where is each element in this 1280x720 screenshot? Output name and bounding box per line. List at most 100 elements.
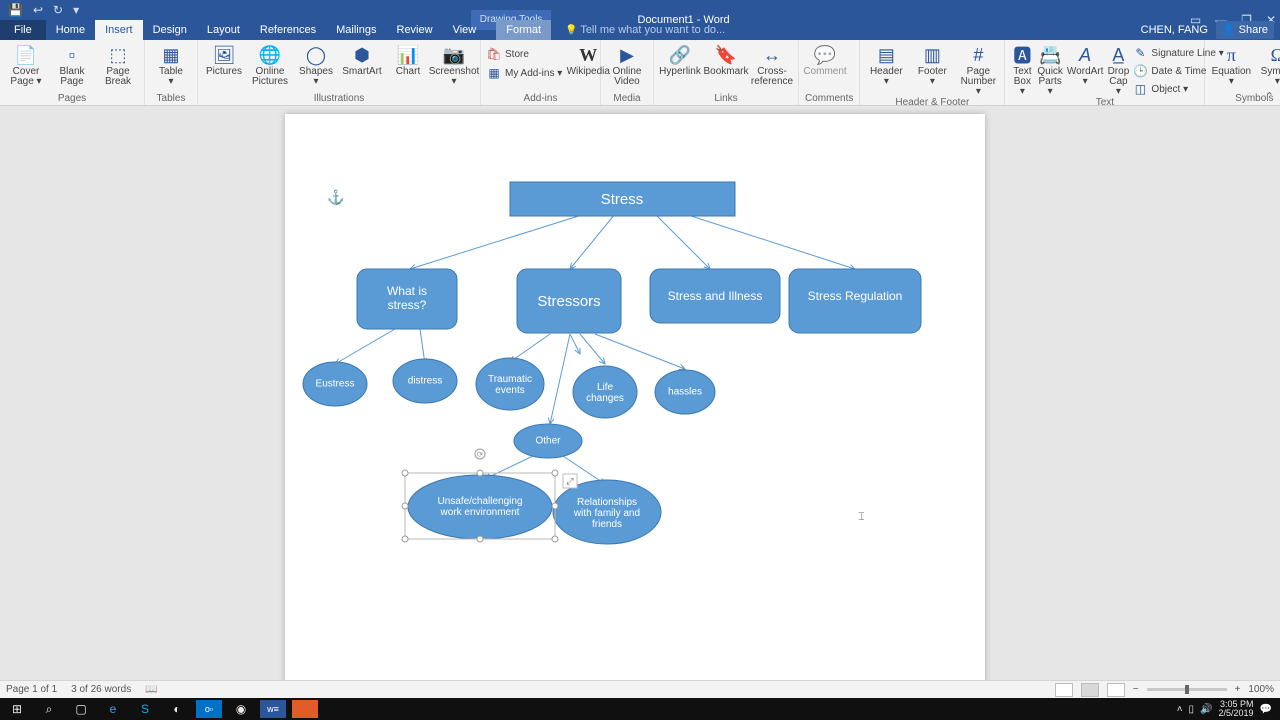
equation-button[interactable]: πEquation▾: [1211, 42, 1251, 93]
screenshot-icon: 📷: [443, 44, 465, 66]
table-button[interactable]: ▦Table▾: [151, 42, 191, 93]
tray-clock[interactable]: 3:05 PM 2/5/2019: [1219, 700, 1254, 718]
redo-icon[interactable]: ↻: [53, 3, 63, 17]
group-illustrations: 🖼Pictures 🌐OnlinePictures ◯Shapes▾ ⬢Smar…: [198, 40, 481, 105]
tray-volume-icon[interactable]: 🔊: [1200, 704, 1212, 715]
handle-se[interactable]: [552, 536, 558, 542]
header-button[interactable]: ▤Header▾: [866, 42, 906, 97]
handle-ne[interactable]: [552, 470, 558, 476]
text-what-is-stress: What isstress?: [387, 284, 427, 312]
chart-button[interactable]: 📊Chart: [388, 42, 428, 93]
document-workspace[interactable]: ⚓ ⌶: [0, 106, 1280, 680]
undo-icon[interactable]: ↩: [33, 3, 43, 17]
ribbon: 📄CoverPage ▾ ▫BlankPage ⬚PageBreak Pages…: [0, 40, 1280, 106]
cover-page-button[interactable]: 📄CoverPage ▾: [6, 42, 46, 93]
task-view-button[interactable]: ▢: [68, 700, 94, 718]
symbol-icon: Ω: [1266, 44, 1280, 66]
page-number-button[interactable]: #PageNumber ▾: [958, 42, 998, 97]
tab-file[interactable]: File: [0, 20, 46, 40]
pictures-button[interactable]: 🖼Pictures: [204, 42, 244, 93]
hyperlink-button[interactable]: 🔗Hyperlink: [660, 42, 700, 93]
cover-page-icon: 📄: [15, 44, 37, 66]
group-label-addins: Add-ins: [487, 93, 594, 105]
tell-me-search[interactable]: Tell me what you want to do...: [565, 24, 725, 36]
tab-layout[interactable]: Layout: [197, 20, 250, 40]
share-button[interactable]: 👤 Share: [1216, 21, 1274, 39]
group-label-links: Links: [660, 93, 792, 105]
dropcap-button[interactable]: A̲DropCap ▾: [1107, 42, 1129, 97]
shapes-button[interactable]: ◯Shapes▾: [296, 42, 336, 93]
quick-parts-button[interactable]: 📇QuickParts ▾: [1037, 42, 1063, 97]
taskbar-app2-icon[interactable]: [292, 700, 318, 718]
wordart-icon: A: [1074, 44, 1096, 66]
store-button[interactable]: 🛍Store: [487, 46, 562, 62]
bookmark-button[interactable]: 🔖Bookmark: [706, 42, 746, 93]
stress-diagram[interactable]: Stress What isstress? Stressors Stress a…: [285, 114, 985, 680]
group-comments: 💬Comment Comments: [799, 40, 860, 105]
zoom-slider[interactable]: [1147, 688, 1227, 691]
start-button[interactable]: ⊞: [4, 700, 30, 718]
handle-e[interactable]: [552, 503, 558, 509]
cover-page-label: CoverPage ▾: [10, 67, 41, 87]
tab-format[interactable]: Format: [496, 20, 551, 40]
zoom-value[interactable]: 100%: [1248, 684, 1274, 695]
object-icon: ◫: [1133, 82, 1147, 96]
smartart-button[interactable]: ⬢SmartArt: [342, 42, 382, 93]
tray-notifications-icon[interactable]: 💬: [1260, 704, 1272, 715]
search-button[interactable]: ⌕: [36, 700, 62, 718]
tab-mailings[interactable]: Mailings: [326, 20, 386, 40]
handle-n[interactable]: [477, 470, 483, 476]
account-name[interactable]: CHEN, FANG: [1141, 24, 1208, 36]
footer-button[interactable]: ▥Footer▾: [912, 42, 952, 97]
table-icon: ▦: [160, 44, 182, 66]
blank-page-button[interactable]: ▫BlankPage: [52, 42, 92, 93]
comment-button[interactable]: 💬Comment: [805, 42, 845, 93]
tray-chevron-icon[interactable]: ˄: [1177, 704, 1183, 715]
save-icon[interactable]: 💾: [8, 3, 23, 17]
handle-s[interactable]: [477, 536, 483, 542]
tab-view[interactable]: View: [443, 20, 487, 40]
handle-sw[interactable]: [402, 536, 408, 542]
taskbar-chrome-icon[interactable]: ◉: [228, 700, 254, 718]
zoom-in-button[interactable]: +: [1235, 684, 1241, 695]
tray-network-icon[interactable]: ▯: [1189, 704, 1195, 715]
group-addins: 🛍Store ▦My Add-ins ▾ WWikipedia Add-ins: [481, 40, 601, 105]
textbox-button[interactable]: 🅰TextBox ▾: [1011, 42, 1033, 97]
smartart-icon: ⬢: [351, 44, 373, 66]
qat-more-icon[interactable]: ▾: [73, 3, 79, 17]
online-video-button[interactable]: ▶OnlineVideo: [607, 42, 647, 93]
document-page[interactable]: ⚓ ⌶: [285, 114, 985, 680]
quick-access-toolbar: 💾 ↩ ↻ ▾: [0, 0, 87, 20]
taskbar-word-icon[interactable]: w≡: [260, 700, 286, 718]
tab-home[interactable]: Home: [46, 20, 95, 40]
handle-nw[interactable]: [402, 470, 408, 476]
text-distress: distress: [408, 376, 442, 387]
windows-taskbar: ⊞ ⌕ ▢ e S ◐ o▫ ◉ w≡ ˄ ▯ 🔊 3:05 PM 2/5/20…: [0, 698, 1280, 720]
view-read-mode[interactable]: [1055, 683, 1073, 697]
system-tray: ˄ ▯ 🔊 3:05 PM 2/5/2019 💬: [1177, 700, 1276, 718]
page-break-button[interactable]: ⬚PageBreak: [98, 42, 138, 93]
tab-review[interactable]: Review: [387, 20, 443, 40]
taskbar-app1-icon[interactable]: ◐: [164, 700, 190, 718]
screenshot-button[interactable]: 📷Screenshot▾: [434, 42, 474, 93]
taskbar-outlook-icon[interactable]: o▫: [196, 700, 222, 718]
handle-w[interactable]: [402, 503, 408, 509]
view-web-layout[interactable]: [1107, 683, 1125, 697]
status-words[interactable]: 3 of 26 words: [71, 684, 131, 695]
taskbar-ie-icon[interactable]: e: [100, 700, 126, 718]
my-addins-button[interactable]: ▦My Add-ins ▾: [487, 65, 562, 81]
tab-insert[interactable]: Insert: [95, 20, 143, 40]
view-print-layout[interactable]: [1081, 683, 1099, 697]
status-page[interactable]: Page 1 of 1: [6, 684, 57, 695]
cross-reference-button[interactable]: ↔Cross-reference: [752, 42, 792, 93]
symbol-button[interactable]: ΩSymbol▾: [1257, 42, 1280, 93]
collapse-ribbon-icon[interactable]: ⌃: [1265, 90, 1274, 103]
tab-references[interactable]: References: [250, 20, 326, 40]
status-proofing-icon[interactable]: 📖: [145, 684, 157, 695]
taskbar-skype-icon[interactable]: S: [132, 700, 158, 718]
zoom-out-button[interactable]: −: [1133, 684, 1139, 695]
tab-design[interactable]: Design: [143, 20, 197, 40]
wordart-button[interactable]: AWordArt▾: [1067, 42, 1104, 97]
online-pictures-button[interactable]: 🌐OnlinePictures: [250, 42, 290, 93]
group-media: ▶OnlineVideo Media: [601, 40, 654, 105]
